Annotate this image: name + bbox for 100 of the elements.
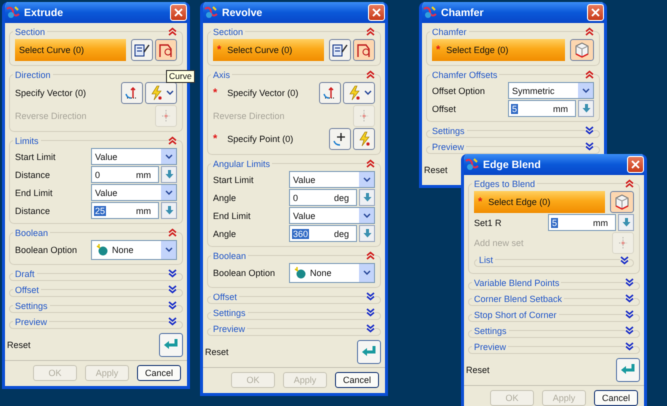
- collapse-icon[interactable]: [366, 159, 375, 168]
- inferred-button[interactable]: [353, 128, 375, 150]
- return-arrow-icon: [361, 344, 377, 358]
- value-menu-button[interactable]: [359, 189, 375, 206]
- expand-icon[interactable]: [168, 285, 177, 294]
- collapse-icon[interactable]: [366, 27, 375, 36]
- group-title[interactable]: List: [477, 254, 496, 266]
- collapse-icon[interactable]: [366, 251, 375, 260]
- close-button[interactable]: [170, 4, 187, 21]
- selection-bar[interactable]: Select Curve (0): [15, 39, 126, 61]
- expand-icon[interactable]: [625, 326, 634, 335]
- section-title[interactable]: Chamfer Offsets: [430, 68, 500, 80]
- toggle-button[interactable]: [155, 105, 177, 127]
- close-button[interactable]: [587, 4, 604, 21]
- dialog-button[interactable]: Cancel: [594, 390, 638, 406]
- collapse-icon[interactable]: [585, 70, 594, 79]
- field-label: Reverse Direction: [213, 111, 286, 121]
- dropdown[interactable]: Value: [289, 207, 375, 224]
- close-button[interactable]: [368, 4, 385, 21]
- expand-icon[interactable]: [168, 301, 177, 310]
- section-title[interactable]: Settings: [430, 124, 467, 136]
- section-title[interactable]: Settings: [211, 306, 248, 318]
- section-title[interactable]: Limits: [13, 134, 41, 146]
- reset-button[interactable]: [159, 332, 183, 356]
- section-title[interactable]: Offset: [211, 290, 239, 302]
- edge-button[interactable]: [610, 191, 634, 213]
- section-title[interactable]: Stop Short of Corner: [472, 308, 559, 320]
- expand-icon[interactable]: [620, 256, 629, 264]
- inferred-button[interactable]: [343, 82, 375, 104]
- expand-icon[interactable]: [168, 317, 177, 326]
- inferred-button[interactable]: [145, 82, 177, 104]
- section-title[interactable]: Edges to Blend: [472, 178, 538, 190]
- expand-icon[interactable]: [366, 308, 375, 317]
- collapse-icon[interactable]: [168, 27, 177, 36]
- value-menu-button[interactable]: [359, 225, 375, 242]
- section-title[interactable]: Preview: [472, 340, 508, 352]
- value-menu-button[interactable]: [578, 100, 594, 117]
- dropdown[interactable]: Value: [91, 184, 177, 201]
- section-title[interactable]: Axis: [211, 68, 232, 80]
- expand-icon[interactable]: [585, 126, 594, 135]
- section-title[interactable]: Draft: [13, 268, 37, 280]
- dropdown[interactable]: Value: [91, 148, 177, 165]
- section-title[interactable]: Preview: [211, 322, 248, 334]
- section-title[interactable]: Direction: [13, 68, 53, 80]
- section-title[interactable]: Settings: [13, 300, 50, 312]
- expand-icon[interactable]: [168, 269, 177, 278]
- collapse-icon[interactable]: [585, 27, 594, 36]
- sketch-button[interactable]: [131, 39, 153, 61]
- reset-button[interactable]: [616, 358, 640, 382]
- section-title[interactable]: Boolean: [211, 250, 248, 262]
- expand-icon[interactable]: [585, 142, 594, 151]
- collapse-icon[interactable]: [168, 136, 177, 145]
- expand-icon[interactable]: [366, 292, 375, 301]
- section-title[interactable]: Angular Limits: [211, 158, 272, 170]
- expand-icon[interactable]: [366, 324, 375, 333]
- reset-button[interactable]: [357, 340, 381, 364]
- section-title[interactable]: Offset: [13, 284, 41, 296]
- selection-bar[interactable]: * Select Edge (0): [474, 191, 605, 213]
- sketch-button[interactable]: [329, 39, 351, 61]
- value-menu-button[interactable]: [618, 214, 634, 231]
- dropdown[interactable]: None: [289, 263, 375, 283]
- value-menu-button[interactable]: [161, 166, 177, 183]
- dialog-button[interactable]: Cancel: [137, 365, 181, 381]
- section-title[interactable]: Boolean: [13, 226, 50, 238]
- dropdown-value: None: [310, 268, 332, 278]
- close-icon: [631, 160, 640, 169]
- dropdown[interactable]: None: [91, 240, 177, 260]
- dialog-button[interactable]: Cancel: [335, 372, 379, 388]
- section-title[interactable]: Settings: [472, 324, 509, 336]
- section-title[interactable]: Section: [13, 26, 48, 38]
- collapse-icon[interactable]: [625, 179, 634, 188]
- dropdown[interactable]: Value: [289, 171, 375, 188]
- vector-dialog-button[interactable]: [121, 82, 143, 104]
- expand-icon[interactable]: [625, 342, 634, 351]
- point-dialog-button[interactable]: [329, 128, 351, 150]
- section-title[interactable]: Preview: [13, 316, 50, 328]
- close-button[interactable]: [627, 156, 644, 173]
- app-icon: [465, 158, 479, 171]
- collapse-icon[interactable]: [366, 70, 375, 79]
- dropdown[interactable]: Symmetric: [508, 82, 594, 99]
- curve-button[interactable]: [155, 39, 177, 61]
- section-title[interactable]: Preview: [430, 140, 466, 152]
- section-title[interactable]: Corner Blend Setback: [472, 292, 564, 304]
- selection-bar[interactable]: * Select Curve (0): [213, 39, 324, 61]
- expand-icon[interactable]: [625, 310, 634, 319]
- field-label: Offset Option: [432, 86, 486, 96]
- edge-button[interactable]: [570, 39, 594, 61]
- unit-label: mm: [553, 104, 569, 114]
- curve-button[interactable]: [353, 39, 375, 61]
- value-menu-button[interactable]: [161, 202, 177, 219]
- expand-icon[interactable]: [625, 278, 634, 287]
- toggle-button[interactable]: [353, 105, 375, 127]
- expand-icon[interactable]: [625, 294, 634, 303]
- section-title[interactable]: Section: [211, 26, 246, 38]
- section-title[interactable]: Variable Blend Points: [472, 276, 562, 288]
- collapse-icon[interactable]: [168, 228, 177, 237]
- vector-dialog-button[interactable]: [319, 82, 341, 104]
- selection-bar[interactable]: * Select Edge (0): [432, 39, 565, 61]
- toggle-button[interactable]: [612, 232, 634, 254]
- section-title[interactable]: Chamfer: [430, 26, 469, 38]
